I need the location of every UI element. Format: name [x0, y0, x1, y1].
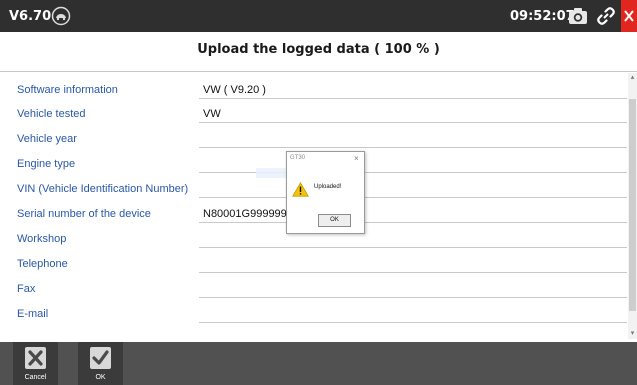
dialog-ok-button[interactable]: OK	[318, 214, 351, 227]
dialog-title: GT30	[290, 155, 306, 161]
field-underline	[199, 322, 627, 323]
field-underline	[199, 197, 627, 198]
cancel-x-icon	[25, 347, 46, 369]
label-vehicle-year: Vehicle year	[17, 133, 77, 145]
label-email: E-mail	[17, 308, 49, 320]
bottom-bar: Cancel OK	[0, 342, 637, 385]
label-software-information: Software information	[17, 84, 118, 96]
vw-car-logo-icon[interactable]	[50, 6, 72, 31]
field-underline	[199, 247, 627, 248]
link-icon[interactable]	[596, 6, 616, 31]
field-underline	[199, 297, 627, 298]
field-underline	[199, 222, 627, 223]
field-software-information[interactable]: VW ( V9.20 )	[203, 84, 266, 96]
label-serial-number: Serial number of the device	[17, 208, 151, 220]
label-fax: Fax	[17, 283, 36, 295]
warning-icon	[292, 182, 309, 202]
close-icon	[624, 10, 634, 22]
ok-label: OK	[95, 374, 106, 381]
field-vehicle-tested[interactable]: VW	[203, 108, 221, 120]
camera-icon[interactable]	[568, 6, 588, 31]
scrollbar[interactable]: ▴ ▾	[628, 73, 637, 339]
field-underline	[199, 147, 627, 148]
field-underline	[199, 122, 627, 123]
field-underline	[199, 98, 627, 99]
label-workshop: Workshop	[17, 233, 67, 245]
scroll-up-arrow-icon[interactable]: ▴	[628, 73, 637, 83]
version-label: V6.70	[9, 9, 52, 24]
label-telephone: Telephone	[17, 258, 68, 270]
title-divider	[0, 71, 637, 72]
label-vehicle-tested: Vehicle tested	[17, 108, 86, 120]
field-serial-number[interactable]: N80001G999999	[203, 208, 287, 220]
dialog-message: Uploaded!	[314, 184, 342, 190]
close-button[interactable]	[621, 0, 637, 32]
top-bar: V6.70 09:52:07	[0, 0, 637, 32]
scroll-down-arrow-icon[interactable]: ▾	[628, 329, 637, 339]
uploaded-dialog: GT30 × Uploaded! OK	[286, 151, 365, 234]
clock: 09:52:07	[510, 9, 575, 24]
page-title: Upload the logged data ( 100 % )	[197, 42, 440, 57]
label-vin: VIN (Vehicle Identification Number)	[17, 183, 189, 195]
cancel-button[interactable]: Cancel	[13, 342, 58, 385]
label-engine-type: Engine type	[17, 158, 76, 170]
checkmark-icon	[90, 347, 111, 369]
dialog-close-icon[interactable]: ×	[354, 154, 359, 163]
field-underline	[199, 272, 627, 273]
scroll-thumb[interactable]	[629, 99, 636, 311]
ok-button[interactable]: OK	[78, 342, 123, 385]
cancel-label: Cancel	[24, 374, 47, 381]
